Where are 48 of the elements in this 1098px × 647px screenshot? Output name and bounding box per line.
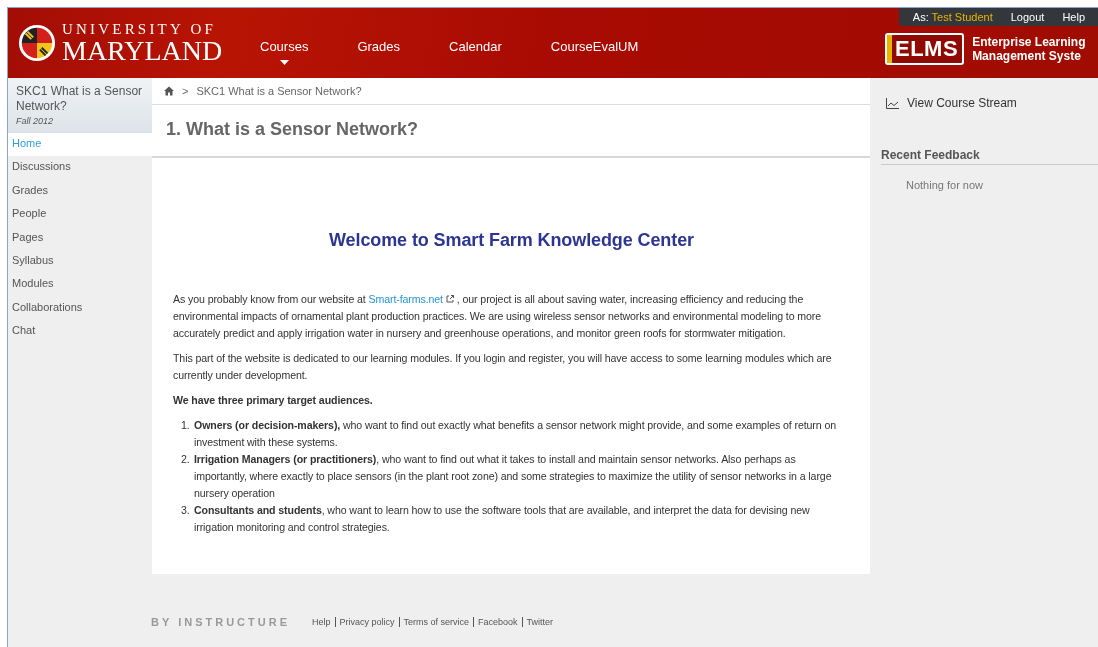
footer-link[interactable]: Privacy policy bbox=[334, 617, 399, 627]
course-stream-link[interactable]: View Course Stream bbox=[886, 96, 1098, 110]
footer-link[interactable]: Twitter bbox=[521, 617, 558, 627]
sidebar-item[interactable]: Collaborations bbox=[8, 296, 152, 321]
logo-text: Enterprise Learning bbox=[972, 35, 1086, 49]
nav-link[interactable]: Calendar bbox=[439, 39, 523, 54]
audience-item: Irrigation Managers (or practitioners), who want to find out what it takes to install and maintain sensor networks. Also perhaps as importantly, where exactly to place sensors (in the plant root zone) and some strategies to maximize the utility of sensor networks in a large nursery operation bbox=[194, 452, 833, 501]
university-line: UNIVERSITY OF bbox=[62, 21, 217, 37]
breadcrumb-separator: > bbox=[182, 85, 189, 97]
feedback-heading: Recent Feedback bbox=[881, 148, 1098, 165]
audiences-heading: We have three primary target audiences. bbox=[173, 393, 374, 408]
course-term: Fall 2012 bbox=[16, 116, 55, 126]
footer-link[interactable]: Terms of service bbox=[398, 617, 474, 627]
elms-logo: ELMS bbox=[885, 33, 965, 65]
intro-paragraph: As you probably know from our website at Smart-farms.net , our project is all about saving water, increasing efficiency and reducing the environmental impacts of ornamental plant production practices. We are using wireless sensor networks and environmental modeling to more accurately predict and apply irrigation water in nursery and greenhouse operations, and monitor green roofs for stormwater mitigation. bbox=[173, 292, 823, 341]
welcome-heading: Welcome to Smart Farm Knowledge Center bbox=[328, 232, 695, 249]
audience-item: Consultants and students, who want to learn how to use the software tools that are available, and interpret the data for devising new irrigation monitoring and control strategies. bbox=[194, 503, 811, 535]
modules-paragraph: This part of the website is dedicated to our learning modules. If you login and register, you will have access to some learning modules which are currently under development. bbox=[173, 351, 833, 383]
nav-link[interactable]: CourseEvalUM bbox=[540, 39, 660, 54]
list-number: 2. bbox=[181, 452, 191, 467]
sidebar-item[interactable]: People bbox=[8, 203, 152, 227]
page-title: 1. What is a Sensor Network? bbox=[152, 105, 870, 158]
footer-link[interactable]: Help bbox=[312, 617, 335, 627]
list-number: 3. bbox=[181, 503, 191, 518]
list-number: 1. bbox=[181, 418, 191, 433]
nav-link[interactable]: Grades bbox=[347, 39, 422, 54]
chart-icon bbox=[886, 97, 899, 109]
university-name: MARYLAND bbox=[62, 36, 223, 65]
audience-item: Owners (or decision-makers), who want to find out exactly what benefits a sensor network might provide, and some examples of return on investment with these systems. bbox=[194, 418, 837, 450]
sidebar-item[interactable]: Syllabus bbox=[8, 249, 152, 274]
sidebar-item[interactable]: Grades bbox=[8, 179, 152, 204]
sidebar-item[interactable]: Modules bbox=[8, 273, 152, 297]
breadcrumb-link[interactable]: SKC1 What is a Sensor Network? bbox=[196, 85, 362, 97]
nav-link[interactable]: Courses bbox=[250, 39, 330, 65]
home-icon[interactable] bbox=[164, 86, 174, 96]
sidebar-item[interactable]: Pages bbox=[8, 226, 152, 250]
external-link-icon bbox=[445, 295, 454, 303]
course-title: SKC1 What is a Sensor Network? bbox=[16, 84, 144, 114]
logout-link[interactable]: Logout bbox=[1010, 11, 1045, 23]
user-label: As: Test Student bbox=[912, 11, 993, 23]
footer-link[interactable]: Facebook bbox=[473, 617, 522, 627]
logo-text: Management Syste bbox=[972, 49, 1082, 63]
help-link[interactable]: Help bbox=[1062, 11, 1085, 23]
sidebar-item[interactable]: Chat bbox=[8, 320, 152, 344]
sidebar-item[interactable]: Discussions bbox=[8, 156, 152, 180]
empty-message: Nothing for now bbox=[906, 179, 985, 191]
seal-icon bbox=[18, 24, 56, 62]
instructure-logo: BY INSTRUCTURE bbox=[151, 616, 290, 628]
